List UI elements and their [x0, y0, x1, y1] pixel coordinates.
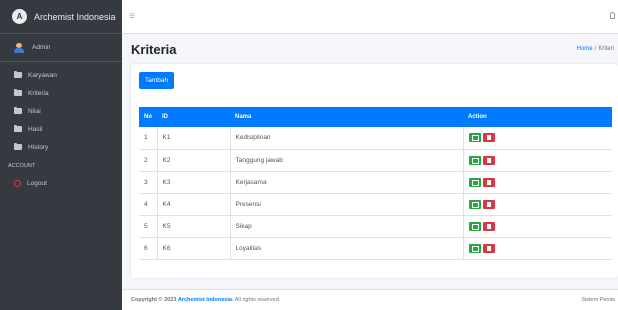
sidebar-item-hasil[interactable]: Hasil: [0, 120, 122, 138]
column-header-id: ID: [162, 114, 168, 120]
cell-no: 1: [144, 134, 148, 142]
sidebar-item-label: Hasil: [28, 125, 43, 133]
folder-icon: [14, 125, 22, 132]
edit-button[interactable]: [468, 199, 481, 209]
sidebar: A Archemist Indonesia Admin Karyawan Kri…: [0, 0, 122, 310]
table-row: 2 K2 Tanggung jawab: [139, 149, 612, 171]
folder-icon: [14, 143, 22, 150]
brand-name: Archemist Indonesia: [34, 11, 116, 22]
cell-nama: Tanggung jawab: [229, 149, 463, 171]
footer-copyright: Copyright © 2023 Archemist Indonesia. Al…: [131, 297, 280, 303]
cell-id: K6: [156, 237, 230, 259]
table-row: 3 K3 Kerjasama: [139, 171, 612, 193]
kriteria-card: Tambah No ID Nama Action 1 K1 Kedisiplin…: [131, 64, 618, 278]
content-header: Kriteria Home / Kriteri: [122, 34, 618, 64]
copyright-text: Copyright © 2023: [131, 297, 177, 303]
table-header-row: No ID Nama Action: [139, 107, 612, 127]
breadcrumb-separator: /: [594, 46, 597, 52]
cell-no: 4: [144, 200, 148, 208]
cell-id: K4: [156, 193, 230, 215]
top-navbar: ≡: [122, 0, 618, 34]
avatar: [14, 42, 24, 53]
cell-no: 6: [144, 244, 148, 252]
account-header: ACCOUNT: [8, 163, 36, 169]
breadcrumb-current: Kriteri: [598, 46, 614, 52]
cell-id: K3: [156, 171, 230, 193]
sidebar-item-history[interactable]: History: [0, 138, 122, 156]
table-row: 5 K5 Sikap: [139, 215, 612, 237]
cell-nama: Presensi: [229, 193, 463, 215]
edit-button[interactable]: [468, 155, 481, 165]
cell-id: K1: [156, 127, 230, 149]
footer-brand-link[interactable]: Archemist Indonesia.: [178, 297, 234, 303]
footer: Copyright © 2023 Archemist Indonesia. Al…: [122, 289, 618, 310]
user-panel[interactable]: Admin: [0, 34, 122, 62]
delete-button[interactable]: [482, 199, 495, 209]
sidebar-item-label: Karyawan: [28, 71, 57, 79]
cell-action: [462, 127, 612, 149]
edit-button[interactable]: [468, 133, 481, 143]
user-icon[interactable]: [610, 12, 615, 19]
cell-nama: Kedisiplinan: [229, 127, 463, 149]
hamburger-menu-icon[interactable]: ≡: [129, 11, 135, 22]
cell-nama: Kerjasama: [229, 171, 463, 193]
cell-action: [462, 149, 612, 171]
sidebar-nav: Karyawan Kriteria Nilai Hasil History AC…: [0, 62, 122, 192]
page-title: Kriteria: [131, 42, 177, 57]
delete-button[interactable]: [482, 133, 495, 143]
edit-button[interactable]: [468, 243, 481, 253]
table-row: 6 K6 Loyalitas: [139, 237, 612, 259]
user-name: Admin: [32, 44, 51, 51]
folder-icon: [14, 71, 22, 78]
edit-button[interactable]: [468, 177, 481, 187]
sidebar-item-kriteria[interactable]: Kriteria: [0, 84, 122, 102]
sidebar-item-label: Nilai: [28, 107, 41, 115]
rights-text: All rights reserved.: [234, 297, 281, 303]
sidebar-item-label: Kriteria: [28, 89, 49, 97]
delete-button[interactable]: [482, 221, 495, 231]
folder-icon: [14, 107, 22, 114]
delete-button[interactable]: [482, 177, 495, 187]
kriteria-table: No ID Nama Action 1 K1 Kedisiplinan 2 K2…: [139, 107, 612, 260]
sidebar-item-nilai[interactable]: Nilai: [0, 102, 122, 120]
add-button[interactable]: Tambah: [139, 72, 175, 89]
cell-nama: Loyalitas: [229, 237, 463, 259]
breadcrumb-home[interactable]: Home: [577, 46, 593, 52]
column-header-nama: Nama: [235, 114, 252, 120]
cell-action: [462, 237, 612, 259]
sidebar-item-logout[interactable]: Logout: [0, 174, 122, 192]
footer-app-name: Sistem Penila: [581, 297, 615, 303]
column-header-action: Action: [468, 114, 487, 120]
cell-no: 3: [144, 178, 148, 186]
brand-logo: A: [12, 9, 27, 24]
column-header-no: No: [144, 114, 152, 120]
sidebar-item-karyawan[interactable]: Karyawan: [0, 66, 122, 84]
delete-button[interactable]: [482, 243, 495, 253]
sidebar-item-label: History: [28, 143, 49, 151]
breadcrumb: Home / Kriteri: [577, 46, 614, 52]
cell-action: [462, 171, 612, 193]
table-row: 1 K1 Kedisiplinan: [139, 127, 612, 149]
folder-icon: [14, 89, 22, 96]
logout-circle-icon: [14, 179, 21, 187]
cell-id: K5: [156, 215, 230, 237]
cell-no: 5: [144, 222, 148, 230]
delete-button[interactable]: [482, 155, 495, 165]
brand-link[interactable]: A Archemist Indonesia: [0, 0, 122, 34]
cell-action: [462, 193, 612, 215]
sidebar-item-label: Logout: [27, 179, 47, 187]
cell-no: 2: [144, 156, 148, 164]
table-row: 4 K4 Presensi: [139, 193, 612, 215]
cell-id: K2: [156, 149, 230, 171]
cell-action: [462, 215, 612, 237]
cell-nama: Sikap: [229, 215, 463, 237]
edit-button[interactable]: [468, 221, 481, 231]
